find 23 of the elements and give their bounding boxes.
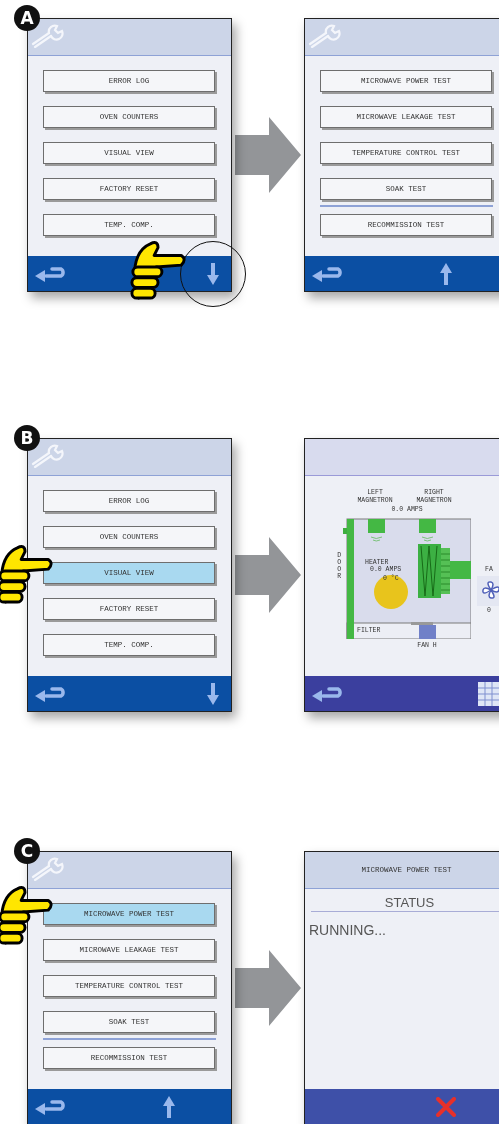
fan-icon xyxy=(481,580,499,600)
return-arrow-icon[interactable] xyxy=(311,685,345,702)
down-arrow-icon[interactable] xyxy=(207,682,219,705)
grid-icon[interactable] xyxy=(478,681,499,706)
return-arrow-icon[interactable] xyxy=(34,685,68,702)
status-heading: STATUS xyxy=(311,895,499,912)
wrench-icon xyxy=(30,857,64,881)
wrench-icon xyxy=(30,24,64,48)
step-badge: B xyxy=(14,425,40,451)
return-arrow-icon[interactable] xyxy=(311,265,345,282)
wrench-icon xyxy=(30,444,64,468)
down-arrow-icon[interactable] xyxy=(207,262,219,285)
return-arrow-icon[interactable] xyxy=(34,265,68,282)
step-badge: C xyxy=(14,838,40,864)
up-arrow-icon[interactable] xyxy=(163,1095,175,1118)
return-arrow-icon[interactable] xyxy=(34,1098,68,1115)
wrench-icon xyxy=(307,24,341,48)
right-arrow-icon xyxy=(235,537,301,613)
status-message: RUNNING... xyxy=(309,922,387,938)
step-badge: A xyxy=(14,5,40,31)
right-arrow-icon xyxy=(235,950,301,1026)
up-arrow-icon[interactable] xyxy=(440,262,452,285)
right-arrow-icon xyxy=(235,117,301,193)
